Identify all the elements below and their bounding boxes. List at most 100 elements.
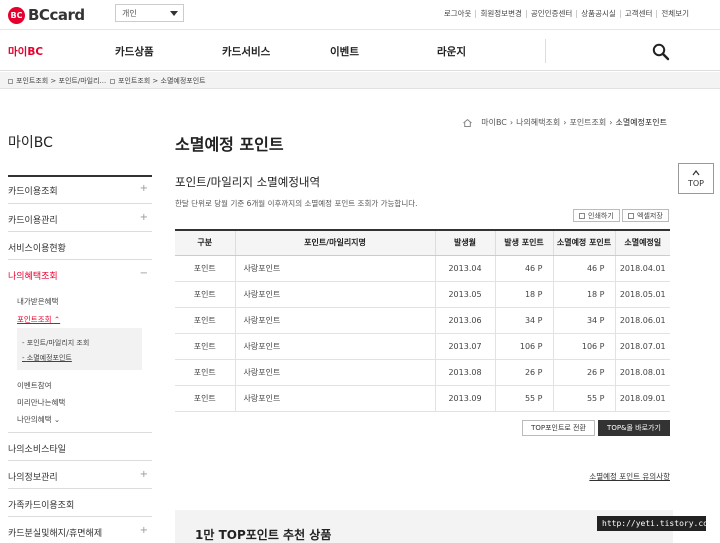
lnb-sub-label: 나만의혜택 [17,415,52,424]
cell-name: 사랑포인트 [234,333,435,360]
breadcrumb-item[interactable]: 마이BC [481,117,507,128]
lnb-item-family-card[interactable]: 가족카드이용조회 [8,488,152,516]
excel-icon [628,212,634,219]
logo-text: BCcard [28,6,85,24]
top-mall-button[interactable]: TOP&몰 바로가기 [598,420,670,436]
cell-month: 2013.09 [434,385,495,412]
member-info-link[interactable]: 회원정보변경 [475,10,525,18]
excel-button[interactable]: 엑셀저장 [622,209,669,222]
lnb-item-label: 카드이용관리 [8,216,58,226]
lnb-item-label: 나의소비스타일 [8,445,66,455]
table-row: 포인트 사랑포인트 2013.05 18 P 18 P 2018.05.01 [175,281,670,308]
cell-expiry-date: 2018.09.01 [614,385,670,412]
plus-icon: + [139,183,148,194]
left-nav: 카드이용조회 + 카드이용관리 + 서비스이용현황 나의혜택조회 − [8,175,152,287]
breadcrumb-item[interactable]: 포인트조회 [569,117,606,128]
table-header-row: 구분 포인트/마일리지명 발생월 발생 포인트 소멸예정 포인트 소멸예정일 [175,230,670,256]
cell-month: 2013.04 [434,255,495,282]
lnb-sub-sub-label: 소멸예정포인트 [26,354,72,362]
cell-expiry-date: 2018.07.01 [614,333,670,360]
lnb-sub-label: 포인트조회 [17,315,52,324]
cell-earned: 18 P [494,281,553,308]
chevron-up-icon: ⌃ [53,315,61,324]
lnb-item-label: 카드이용조회 [8,187,58,197]
cert-center-link[interactable]: 공인인증센터 [525,10,576,18]
cell-type: 포인트 [175,255,235,282]
loc-tab-label: 포인트조회 > 포인트/마일리... [16,77,107,85]
lnb-sub-sub-expiring[interactable]: - 소멸예정포인트 [22,353,72,363]
search-icon[interactable] [652,43,670,61]
lnb-item-label: 서비스이용현황 [8,244,66,254]
scroll-top-button[interactable]: TOP [678,163,714,194]
excel-label: 엑셀저장 [637,211,663,220]
gnb-my-bc[interactable]: 마이BC [8,44,43,59]
cell-expiry-date: 2018.04.01 [614,255,670,282]
cell-name: 사랑포인트 [234,385,435,412]
caret-down-icon [170,11,178,16]
loc-tab-expiring-points[interactable]: 포인트조회 > 소멸예정포인트 [110,76,206,86]
col-header: 구분 [175,230,235,256]
close-icon[interactable] [110,78,115,84]
cell-earned: 55 P [494,385,553,412]
lnb-item-card-usage[interactable]: 카드이용조회 + [8,175,152,203]
convert-top-point-button[interactable]: TOP포인트로 전환 [522,420,595,436]
gnb-card-products[interactable]: 카드상품 [115,44,154,59]
cell-expiring: 46 P [552,255,615,282]
lnb-sub-my-benefits[interactable]: 나만의혜택 ⌄ [17,414,60,425]
close-icon[interactable] [8,78,13,84]
plus-icon: + [139,469,148,480]
view-all-link[interactable]: 전체보기 [656,10,693,18]
lnb-item-my-info[interactable]: 나의정보관리 + [8,460,152,488]
breadcrumb: 마이BC › 나의혜택조회 › 포인트조회 › 소멸예정포인트 [463,117,670,128]
cell-type: 포인트 [175,385,235,412]
lnb-item-label: 카드분실및해지/휴면해제 [8,529,103,539]
lnb-item-lost-card[interactable]: 카드분실및해지/휴면해제 + [8,516,152,543]
lnb-sub-sub-point-mileage[interactable]: - 포인트/마일리지 조회 [22,338,89,348]
loc-tab-point-mileage[interactable]: 포인트조회 > 포인트/마일리... [8,76,106,86]
utility-links: 로그아웃 회원정보변경 공인인증센터 상품공시실 고객센터 전체보기 [440,10,693,18]
left-nav-bottom: 나의소비스타일 나의정보관리 + 가족카드이용조회 카드분실및해지/휴면해제 + [8,432,152,543]
lnb-item-benefits[interactable]: 나의혜택조회 − [8,259,152,287]
lnb-sub-point-inquiry[interactable]: 포인트조회 ⌃ [17,314,60,325]
cell-month: 2013.08 [434,359,495,386]
table-row: 포인트 사랑포인트 2013.09 55 P 55 P 2018.09.01 [175,385,670,412]
bccard-logo[interactable]: BC BCcard [8,6,85,24]
col-header: 발생 포인트 [494,230,553,256]
print-button[interactable]: 인쇄하기 [573,209,620,222]
cell-earned: 34 P [494,307,553,334]
logo-mark: BC [8,6,25,24]
product-notice-link[interactable]: 상품공시실 [576,10,620,18]
card-type-value: 개인 [122,9,137,18]
cell-month: 2013.06 [434,307,495,334]
lnb-item-service-status[interactable]: 서비스이용현황 [8,231,152,259]
lnb-sub-received-benefits[interactable]: 내가받은혜택 [17,296,58,307]
col-header: 발생월 [434,230,495,256]
top-bar: BC BCcard 개인 로그아웃 회원정보변경 공인인증센터 상품공시실 고객… [0,0,720,30]
loc-tab-label: 포인트조회 > 소멸예정포인트 [118,77,206,85]
col-header: 소멸예정 포인트 [552,230,615,256]
caret-up-icon [692,170,700,176]
promo-title: 1만 TOP포인트 추천 상품 [195,528,332,542]
lnb-item-label: 나의혜택조회 [8,272,58,282]
lnb-sub-event[interactable]: 이벤트참여 [17,380,52,391]
location-bar: 포인트조회 > 포인트/마일리... 포인트조회 > 소멸예정포인트 [0,72,720,89]
lnb-item-spending-style[interactable]: 나의소비스타일 [8,432,152,460]
expiry-notice-link[interactable]: 소멸예정 포인트 유의사항 [589,471,670,482]
home-icon[interactable] [463,118,473,127]
print-label: 인쇄하기 [588,211,614,220]
lnb-sub-preview-benefits[interactable]: 미리만나는혜택 [17,397,65,408]
breadcrumb-item[interactable]: 나의혜택조회 [516,117,560,128]
gnb-events[interactable]: 이벤트 [330,44,359,59]
cell-name: 사랑포인트 [234,307,435,334]
logout-link[interactable]: 로그아웃 [440,10,476,18]
table-row: 포인트 사랑포인트 2013.07 106 P 106 P 2018.07.01 [175,333,670,360]
global-nav: 마이BC 카드상품 카드서비스 이벤트 라운지 [0,31,720,71]
lnb-item-card-manage[interactable]: 카드이용관리 + [8,203,152,231]
gnb-card-services[interactable]: 카드서비스 [222,44,270,59]
customer-center-link[interactable]: 고객센터 [619,10,657,18]
gnb-lounge[interactable]: 라운지 [437,44,466,59]
plus-icon: + [139,212,148,223]
cell-type: 포인트 [175,333,235,360]
card-type-select[interactable]: 개인 [115,4,184,22]
chevron-down-icon: ⌄ [53,415,61,424]
